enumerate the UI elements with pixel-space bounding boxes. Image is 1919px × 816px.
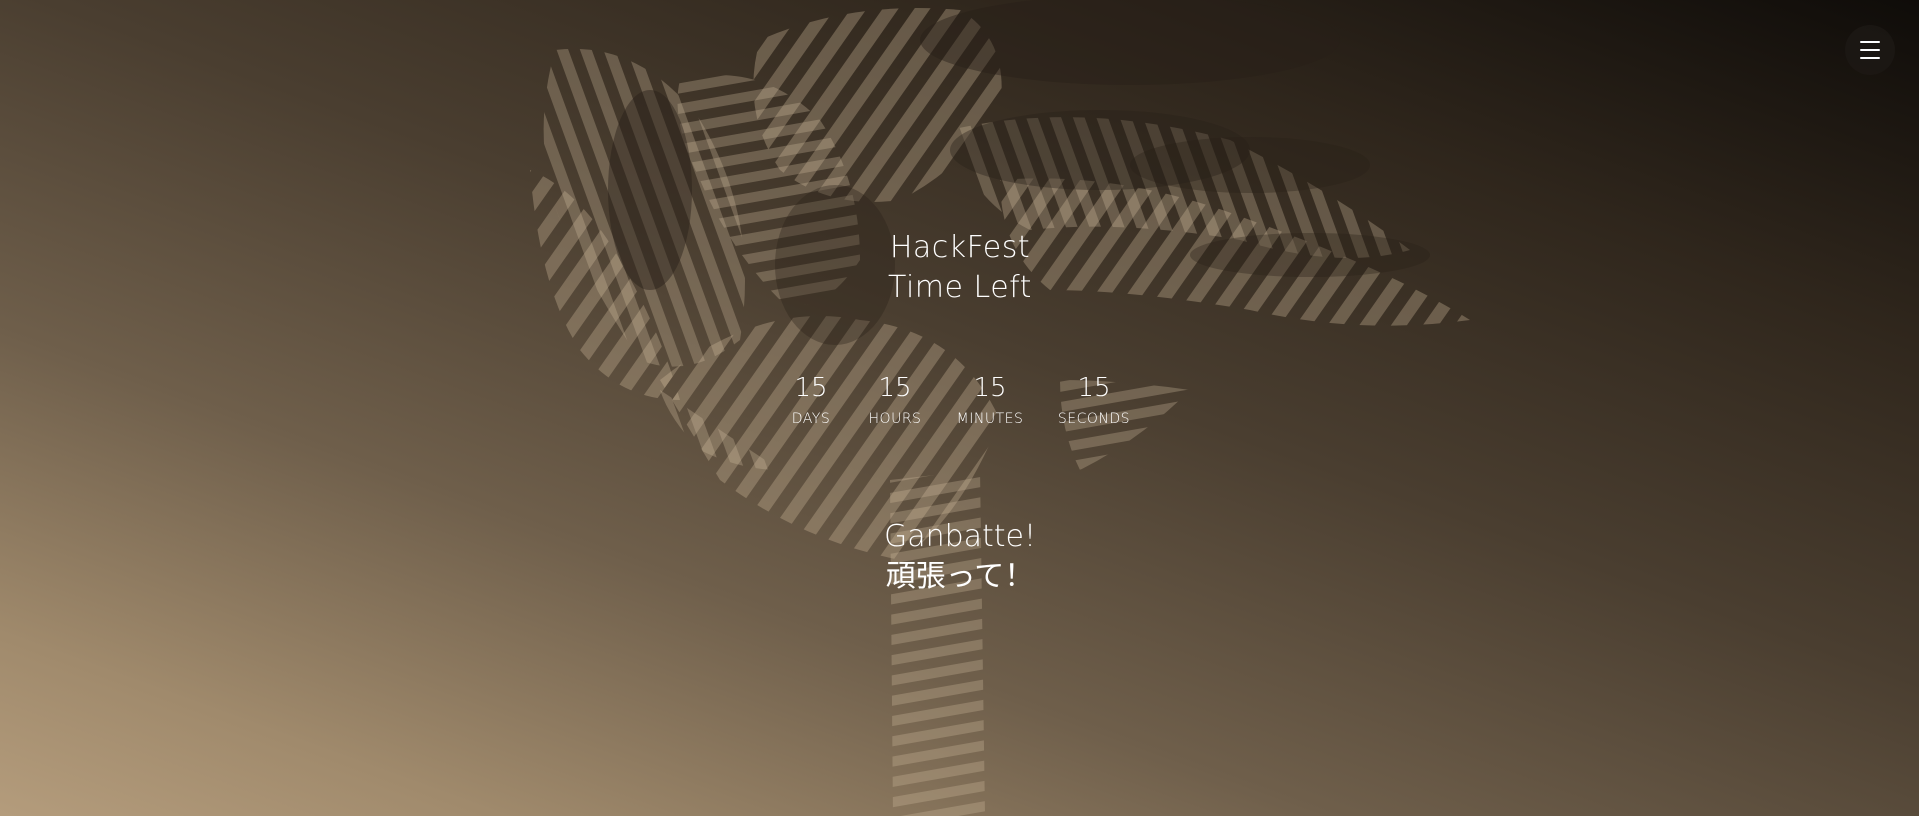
- countdown-timer: 15 DAYS 15 HOURS 15 MINUTES 15 SECONDS: [760, 370, 1160, 440]
- countdown-title: HackFest Time Left: [760, 228, 1160, 308]
- event-name: HackFest: [889, 230, 1031, 265]
- hours-value: 15: [878, 373, 912, 403]
- seconds-label: SECONDS: [1057, 411, 1131, 427]
- minutes-value: 15: [973, 373, 1007, 403]
- days-label: DAYS: [791, 411, 831, 427]
- countdown-minutes: 15 MINUTES: [945, 370, 1035, 428]
- minutes-label: MINUTES: [956, 411, 1024, 427]
- hours-label: HOURS: [868, 411, 922, 427]
- time-left-heading: Time Left: [888, 270, 1032, 305]
- message-english: Ganbatte!: [883, 519, 1037, 554]
- countdown-days: 15 DAYS: [766, 370, 856, 428]
- menu-button[interactable]: [1845, 25, 1895, 75]
- countdown-seconds: 15 SECONDS: [1049, 370, 1139, 428]
- seconds-value: 15: [1077, 373, 1111, 403]
- countdown-hours: 15 HOURS: [850, 370, 940, 428]
- encouragement-message: Ganbatte! 頑張って！: [760, 517, 1160, 597]
- message-japanese: 頑張って！: [885, 559, 1035, 594]
- days-value: 15: [794, 373, 828, 403]
- hamburger-menu-icon: [1860, 41, 1880, 59]
